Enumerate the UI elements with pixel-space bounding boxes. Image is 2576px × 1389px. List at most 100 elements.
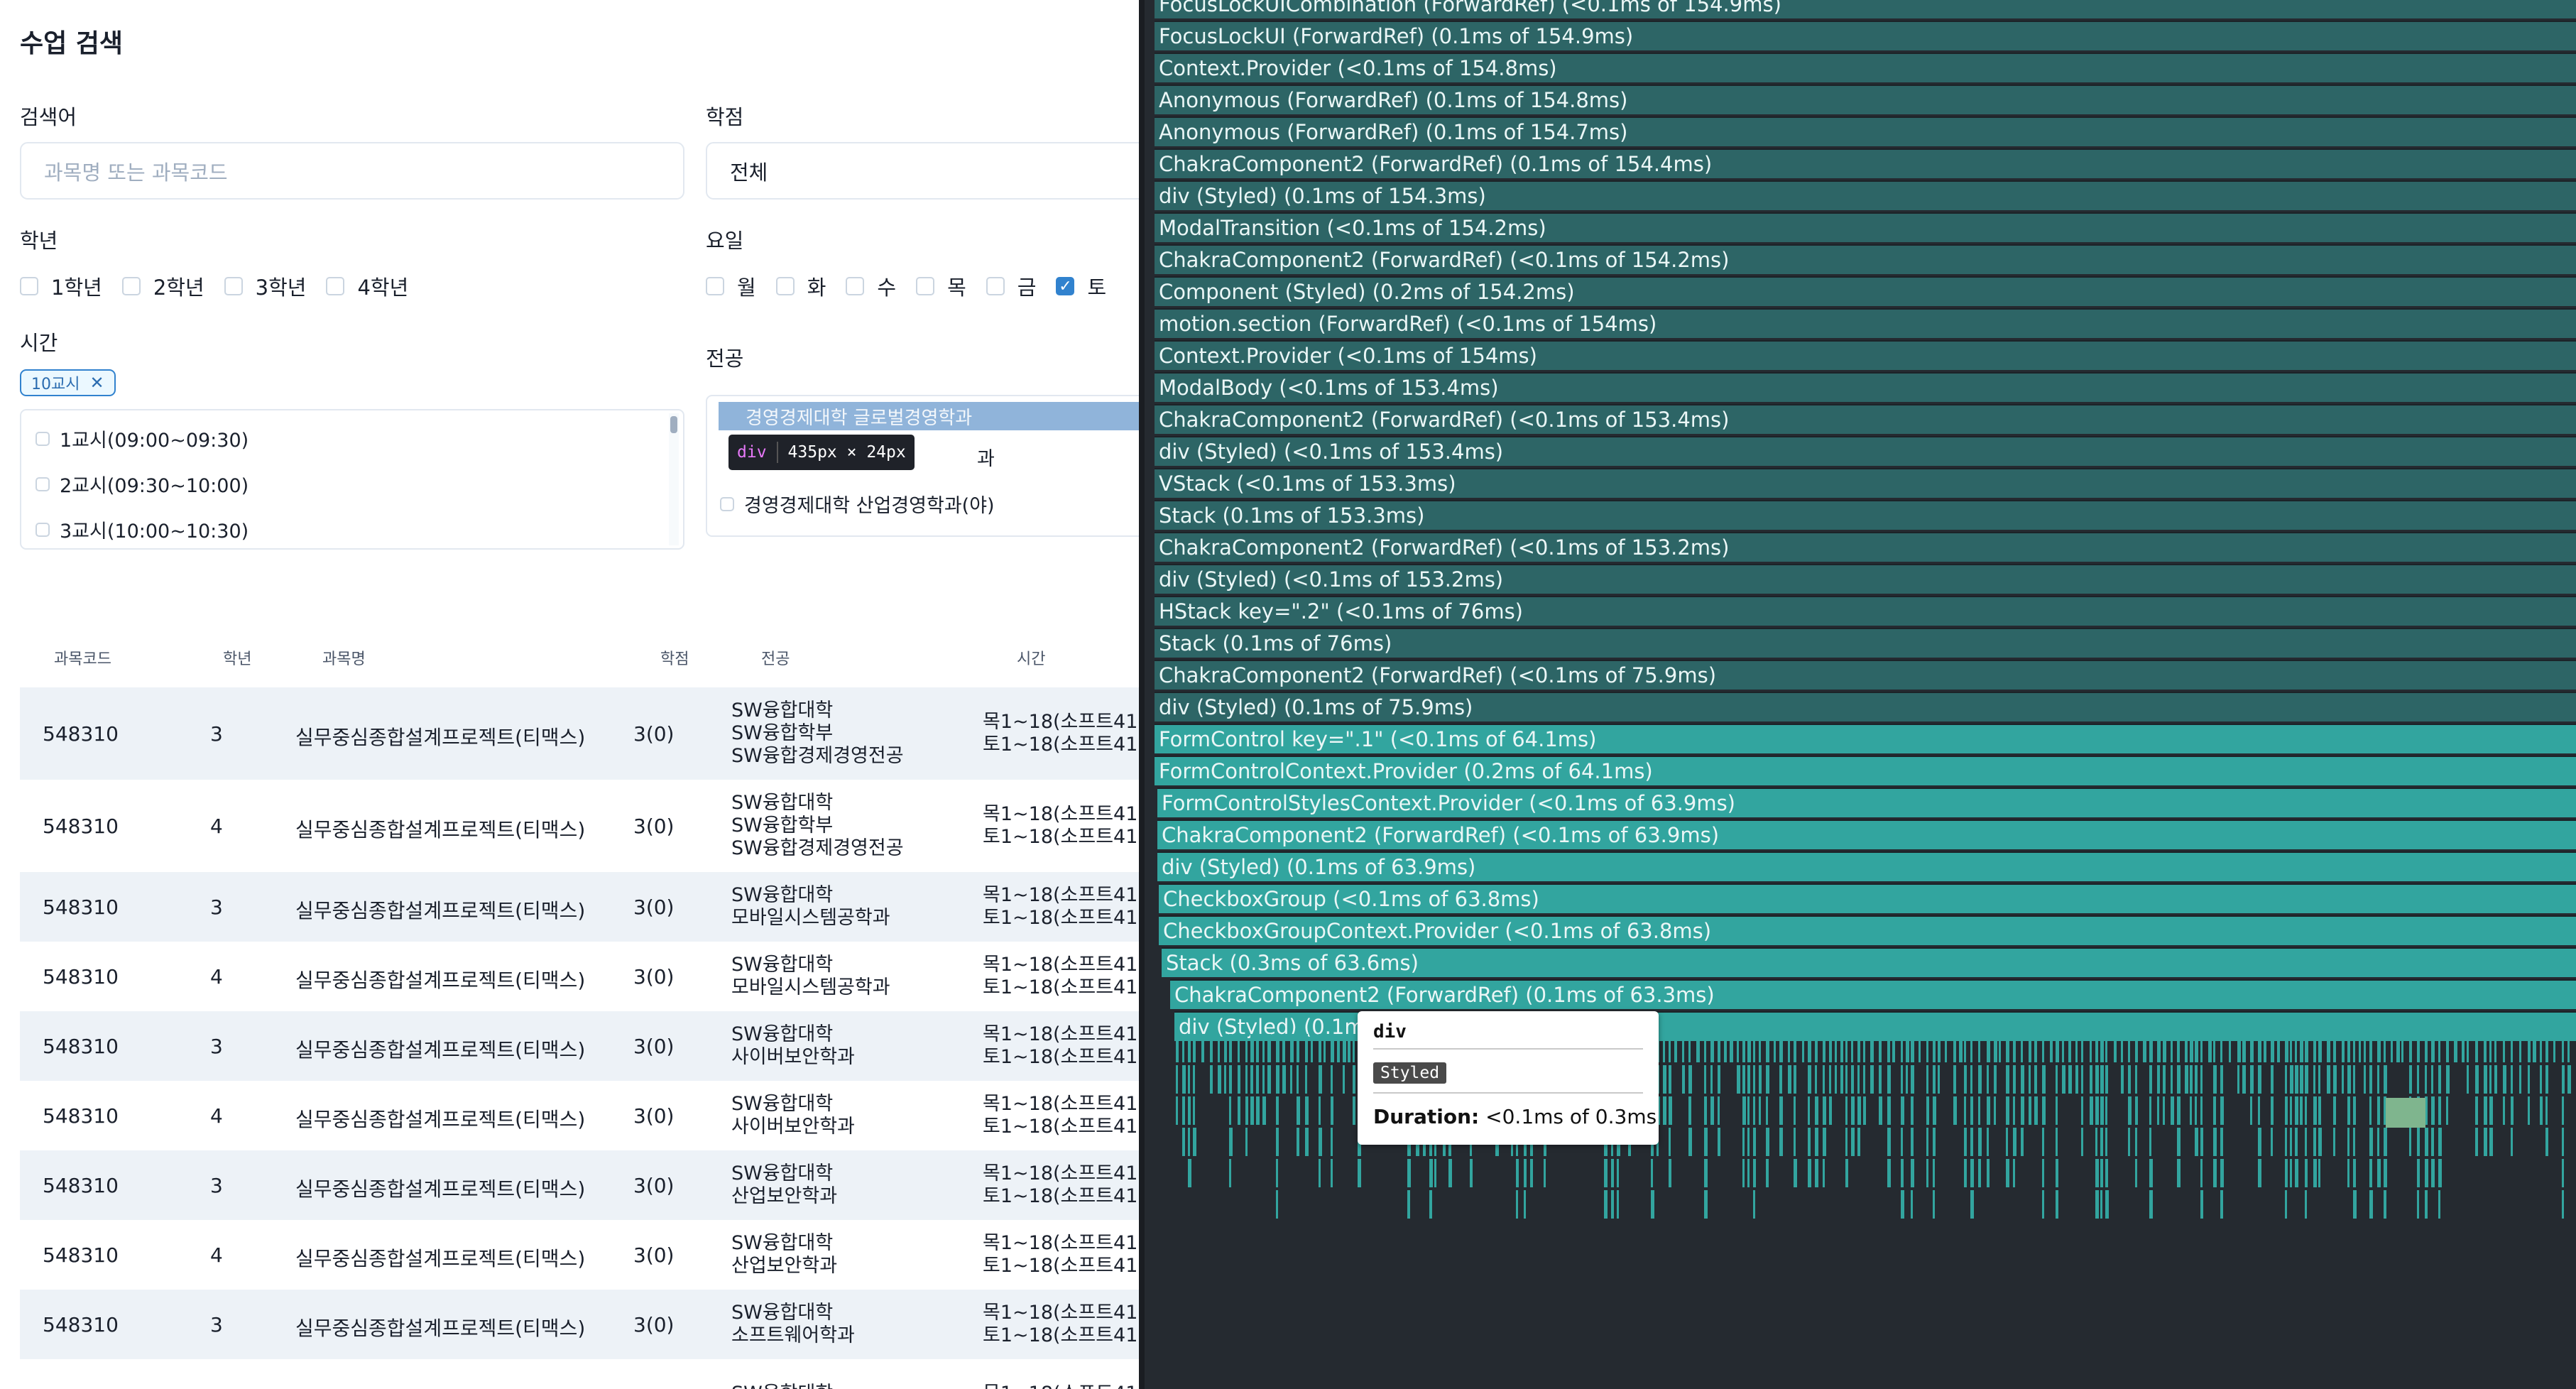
flamegraph-leaf[interactable] [2347,1096,2350,1125]
flamegraph-leaf[interactable] [1863,1096,1866,1125]
flamegraph-leaf[interactable] [2384,1159,2387,1187]
flamegraph-leaf[interactable] [1911,1159,1914,1187]
close-icon[interactable]: ✕ [89,373,104,393]
flamegraph-leaf[interactable] [1663,1065,1666,1094]
flamegraph-leaf[interactable] [2013,1096,2015,1125]
flamegraph-leaf[interactable] [2347,1159,2349,1187]
flamegraph-leaf[interactable] [1297,1128,1299,1156]
flamegraph-leaf[interactable] [2100,1128,2103,1156]
flamegraph-leaf[interactable] [2290,1159,2292,1187]
flamegraph-leaf[interactable] [1987,1096,1990,1125]
flamegraph-leaf[interactable] [2149,1128,2151,1156]
flamegraph-leaf[interactable] [2359,1034,2361,1062]
weekday-checkbox-thu[interactable]: 목 [916,271,966,301]
flamegraph-leaf[interactable] [1262,1034,1265,1062]
flamegraph-leaf[interactable] [1669,1159,1671,1187]
flamegraph-leaf[interactable] [2029,1034,2031,1062]
flamegraph-leaf[interactable] [2562,1128,2564,1156]
flamegraph-leaf[interactable] [1753,1065,1755,1094]
flamegraph-leaf[interactable] [1964,1128,1967,1156]
flamegraph-leaf[interactable] [2519,1065,2521,1094]
flamegraph-leaf[interactable] [2177,1128,2181,1156]
flamegraph-leaf[interactable] [2475,1128,2478,1156]
flamegraph-leaf[interactable] [2157,1096,2159,1125]
flamegraph-leaf[interactable] [1182,1065,1186,1094]
flamegraph-leaf[interactable] [2277,1034,2280,1062]
flamegraph-leaf[interactable] [2353,1159,2356,1187]
flamegraph-leaf[interactable] [2220,1190,2223,1219]
flamegraph-leaf[interactable] [2384,1034,2386,1062]
flamegraph-leaf[interactable] [2438,1096,2441,1125]
flamegraph-leaf[interactable] [2528,1034,2531,1062]
flamegraph-leaf[interactable] [2431,1034,2435,1062]
flamegraph-leaf[interactable] [2195,1096,2197,1125]
flamegraph-leaf[interactable] [2475,1096,2478,1125]
table-row[interactable]: 548310 4 실무중심종합설계프로젝트(티맥스) 3(0) SW융합대학 모바일시스템… [20,942,1139,1011]
flamegraph-leaf[interactable] [1857,1128,1860,1156]
flamegraph-leaf[interactable] [2100,1159,2103,1187]
flamegraph-leaf[interactable] [2258,1096,2260,1125]
flamegraph-leaf[interactable] [1704,1159,1708,1187]
flamegraph-leaf[interactable] [1290,1034,1294,1062]
flamegraph-leaf[interactable] [2237,1034,2241,1062]
flamegraph-leaf[interactable] [1808,1034,1811,1062]
table-row[interactable]: 548310 3 실무중심종합설계프로젝트(티맥스) 3(0) SW융합대학 사이버보안학… [20,1011,1139,1081]
flamegraph-leaf[interactable] [2105,1065,2108,1094]
flamegraph-leaf[interactable] [1945,1034,1947,1062]
flamegraph-leaf[interactable] [1879,1065,1882,1094]
flamegraph-leaf[interactable] [2095,1190,2099,1219]
flamegraph-leaf[interactable] [1407,1190,1410,1219]
flamegraph-leaf[interactable] [1753,1190,1755,1219]
checkbox-box[interactable] [846,277,865,295]
flamegraph-leaf[interactable] [1829,1096,1832,1125]
flamegraph-leaf[interactable] [1176,1065,1178,1094]
flamegraph-leaf[interactable] [2475,1034,2478,1062]
flamegraph-leaf[interactable] [2369,1190,2373,1219]
flamegraph-leaf[interactable] [2135,1128,2137,1156]
checkbox-box[interactable] [775,277,795,295]
flamegraph-leaf[interactable] [2567,1065,2571,1094]
flamegraph-leaf[interactable] [2177,1096,2181,1125]
flamegraph-leaf[interactable] [2409,1034,2412,1062]
flamegraph-leaf[interactable] [2177,1065,2181,1094]
grade-checkbox-4[interactable]: 4학년 [326,271,408,301]
flamegraph-leaf[interactable] [1710,1096,1714,1125]
flamegraph-leaf[interactable] [2528,1065,2530,1094]
flamegraph-leaf[interactable] [2489,1034,2492,1062]
flamegraph-leaf[interactable] [1742,1159,1745,1187]
flamegraph-leaf[interactable] [2305,1190,2307,1219]
flamegraph-leaf[interactable] [1999,1034,2001,1062]
flamegraph-leaf[interactable] [1901,1096,1904,1125]
flamegraph-leaf[interactable] [1788,1065,1791,1094]
table-row[interactable]: 548310 4 실무중심종합설계프로젝트(티맥스) 3(0) SW융합대학 SW융합학부… [20,780,1139,872]
flamegraph-leaf[interactable] [2553,1034,2555,1062]
flamegraph-leaf[interactable] [2042,1065,2046,1094]
flamegraph-leaf[interactable] [1879,1096,1882,1125]
flamegraph-leaf[interactable] [2409,1065,2412,1094]
flamegraph-leaf[interactable] [2128,1065,2131,1094]
credit-select[interactable]: 전체 [706,142,1139,200]
flamegraph-leaf[interactable] [1324,1034,1326,1062]
flamegraph-leaf[interactable] [2333,1034,2336,1062]
flamegraph-leaf[interactable] [1779,1128,1783,1156]
flamegraph-leaf[interactable] [1808,1159,1811,1187]
flamegraph-leaf[interactable] [2446,1096,2448,1125]
flamegraph-leaf[interactable] [1901,1128,1903,1156]
flamegraph-leaf[interactable] [2545,1128,2548,1156]
flamegraph-leaf[interactable] [1742,1128,1745,1156]
flamegraph-leaf[interactable] [2006,1034,2009,1062]
flamegraph-leaf[interactable] [2100,1096,2104,1125]
flamegraph-leaf[interactable] [2511,1128,2513,1156]
flamegraph-leaf[interactable] [2149,1190,2153,1219]
flamegraph-leaf[interactable] [2171,1096,2174,1125]
flamegraph-leaf[interactable] [2347,1065,2351,1094]
flamegraph-leaf[interactable] [2229,1034,2231,1062]
flamegraph-leaf[interactable] [2489,1096,2493,1125]
flamegraph-leaf[interactable] [2305,1096,2307,1125]
flamegraph-leaf[interactable] [1704,1065,1706,1094]
flamegraph-leaf[interactable] [2013,1065,2016,1094]
flamegraph-leaf[interactable] [1823,1096,1826,1125]
flamegraph-leaf[interactable] [2100,1065,2104,1094]
flamegraph-leaf[interactable] [2185,1034,2188,1062]
flamegraph-leaf[interactable] [1911,1190,1913,1219]
